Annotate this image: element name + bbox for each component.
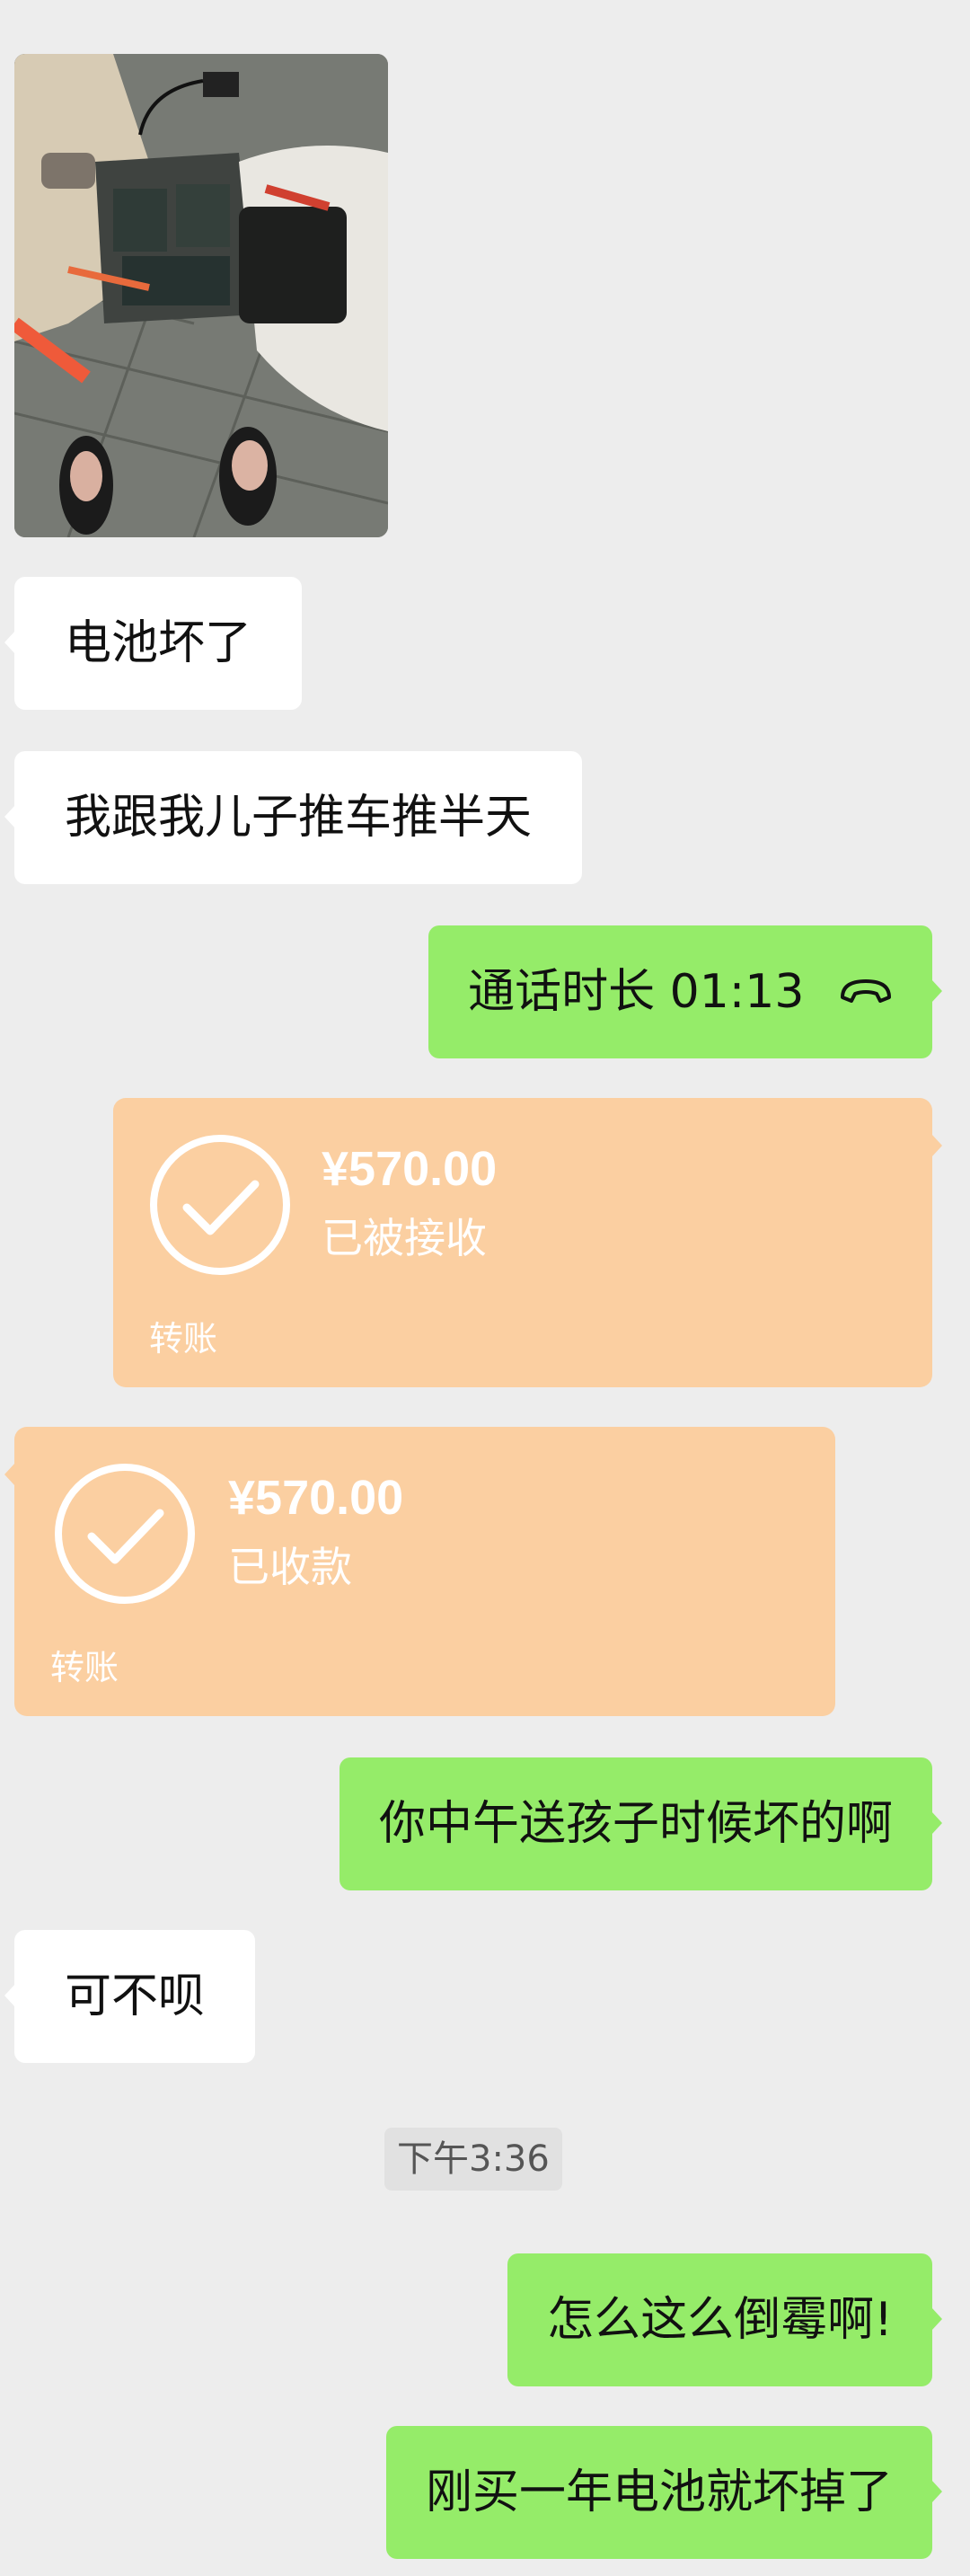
- check-circle-icon: [150, 1135, 290, 1275]
- battery-photo: [14, 54, 388, 537]
- incoming-message-bubble[interactable]: 电池坏了: [4, 577, 303, 710]
- check-circle-icon: [55, 1464, 195, 1604]
- call-duration-text: 通话时长 01:13: [468, 965, 805, 1019]
- transfer-status: 已收款: [228, 1543, 352, 1591]
- incoming-message-bubble[interactable]: 我跟我儿子推车推半天: [4, 751, 583, 884]
- bubble-tail: [931, 2307, 942, 2331]
- outgoing-message-bubble[interactable]: 你中午送孩子时候坏的啊: [339, 1757, 942, 1890]
- message-text: 怎么这么倒霉啊!: [547, 2293, 893, 2347]
- message-text: 我跟我儿子推车推半天: [65, 791, 533, 845]
- bubble-tail: [4, 631, 15, 654]
- bubble-tail: [4, 1984, 15, 2007]
- bubble-tail: [4, 805, 15, 828]
- photo-message[interactable]: [14, 54, 388, 537]
- bubble-tail: [931, 979, 942, 1003]
- transfer-card-sent[interactable]: ¥570.00 已被接收 转账: [113, 1098, 942, 1387]
- bubble-tail: [931, 1134, 942, 1157]
- bubble-tail: [4, 1463, 15, 1486]
- message-text: 刚买一年电池就坏掉了: [425, 2465, 893, 2519]
- outgoing-message-bubble[interactable]: 怎么这么倒霉啊!: [507, 2253, 942, 2386]
- transfer-status: 已被接收: [322, 1214, 487, 1262]
- transfer-label: 转账: [50, 1648, 119, 1687]
- message-text: 你中午送孩子时候坏的啊: [378, 1797, 893, 1851]
- transfer-card-received[interactable]: ¥570.00 已收款 转账: [4, 1427, 835, 1716]
- transfer-amount: ¥570.00: [228, 1471, 404, 1525]
- message-text: 可不呗: [65, 1970, 206, 2023]
- call-record-bubble[interactable]: 通话时长 01:13: [428, 925, 942, 1058]
- outgoing-message-bubble[interactable]: 刚买一年电池就坏掉了: [385, 2426, 942, 2559]
- bubble-tail: [931, 2480, 942, 2503]
- message-text: 电池坏了: [65, 616, 252, 670]
- timestamp: 下午3:36: [384, 2128, 562, 2191]
- transfer-amount: ¥570.00: [322, 1142, 498, 1196]
- bubble-tail: [931, 1811, 942, 1835]
- incoming-message-bubble[interactable]: 可不呗: [4, 1930, 256, 2063]
- phone-hangup-icon: [841, 979, 891, 1003]
- transfer-label: 转账: [149, 1319, 218, 1359]
